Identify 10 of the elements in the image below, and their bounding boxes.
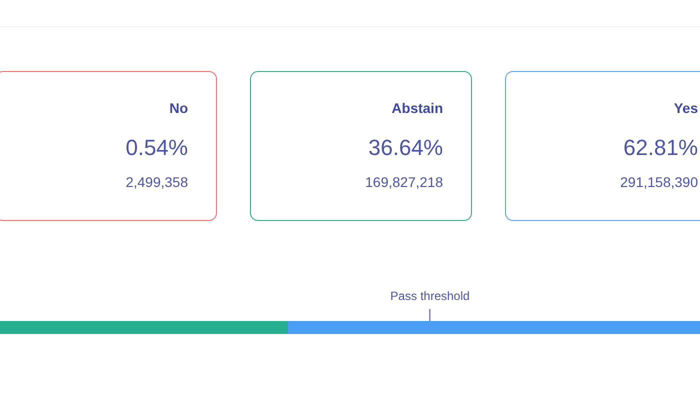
option-label: Yes: [674, 99, 698, 118]
vote-count: 169,827,218: [365, 173, 443, 192]
vote-count: 2,499,358: [126, 173, 188, 192]
option-label: Abstain: [392, 99, 443, 118]
percent-value: 62.81%: [623, 134, 698, 162]
percent-value: 36.64%: [368, 134, 443, 162]
option-label: No: [169, 99, 188, 118]
vote-count: 291,158,390: [620, 173, 698, 192]
percent-value: 0.54%: [126, 134, 188, 162]
threshold-label: Pass threshold: [390, 288, 470, 305]
